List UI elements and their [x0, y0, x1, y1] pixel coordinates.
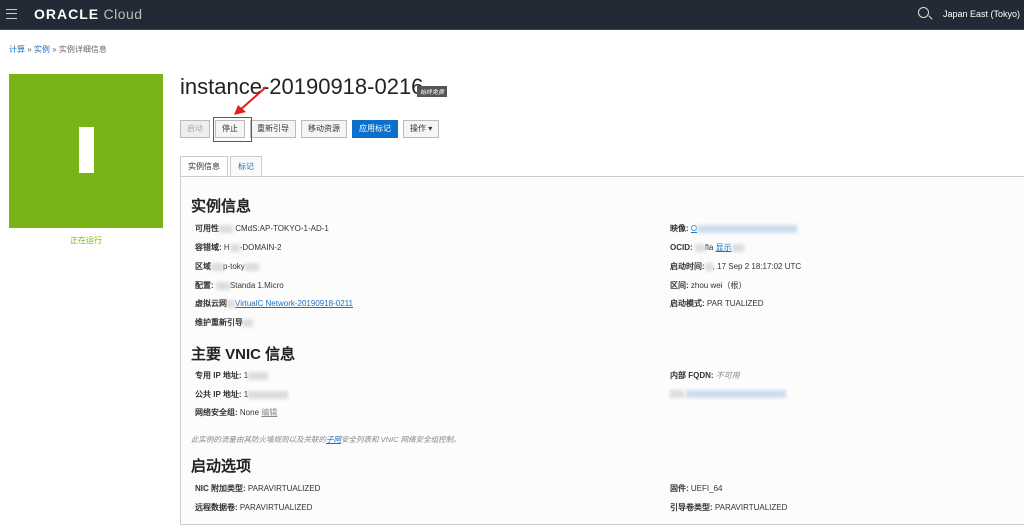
apply-tags-button[interactable]: 应用标记 [352, 120, 398, 138]
highlight-box [213, 117, 252, 142]
search-icon[interactable] [918, 7, 929, 18]
subnet-link[interactable]: 子网 [326, 435, 341, 444]
field-ocid: OCID: fla 显示 [670, 242, 744, 253]
field-private-ip: 专用 IP 地址: 1 [195, 370, 269, 381]
field-subnet [670, 389, 787, 398]
show-ocid-link[interactable]: 显示 [716, 243, 732, 252]
field-shape: 配置: Standa 1.Micro [195, 281, 284, 290]
field-boot-volume-type: 引导卷类型: PARAVIRTUALIZED [670, 503, 788, 512]
breadcrumb-instances[interactable]: 实例 [34, 45, 50, 54]
field-maintenance-reboot: 维护重新引导 [195, 317, 253, 328]
page-title: instance-20190918-0216 [180, 74, 424, 99]
start-button[interactable]: 启动 [180, 120, 210, 138]
field-vcn: 虚拟云网 VirtualC Network-20190918-0211 [195, 299, 353, 308]
field-launch-time: 启动时间:, 17 Sep 2 18:17:02 UTC [670, 262, 802, 271]
reboot-button[interactable]: 重新引导 [250, 120, 296, 138]
field-compartment: 区间: zhou wei（根） [670, 281, 747, 290]
instance-icon [79, 127, 94, 173]
hamburger-menu-icon[interactable] [6, 9, 17, 19]
field-nic-attachment: NIC 附加类型: PARAVIRTUALIZED [195, 484, 321, 493]
field-remote-volume: 远程数据卷: PARAVIRTUALIZED [195, 503, 313, 512]
field-availability-domain: 可用性 CMdS:AP-TOKYO-1-AD-1 [195, 224, 329, 233]
details-panel: 实例信息 可用性 CMdS:AP-TOKYO-1-AD-1 容错域: H -DOM… [180, 176, 1024, 525]
field-region: 区域 p-toky [195, 261, 259, 272]
field-public-ip: 公共 IP 地址: 1 [195, 389, 289, 400]
breadcrumb: 计算 » 实例 » 实例详细信息 [9, 45, 107, 54]
top-header: ORACLE Cloud Japan East (Tokyo) [0, 0, 1024, 30]
field-image: 映像: O [670, 223, 798, 234]
region-selector[interactable]: Japan East (Tokyo) [943, 9, 1020, 19]
traffic-note: 此实例的流量由其防火墙规则以及关联的子网安全列表和 VNIC 网络安全组控制。 [191, 435, 461, 444]
tab-tags[interactable]: 标记 [230, 156, 262, 177]
tab-bar: 实例信息 标记 [180, 156, 264, 177]
caret-down-icon: ▾ [428, 124, 433, 133]
oracle-cloud-logo[interactable]: ORACLE Cloud [34, 6, 143, 22]
edit-nsg-link[interactable]: 编辑 [261, 408, 277, 417]
status-text: 正在运行 [70, 236, 102, 245]
instance-status-tile [9, 74, 163, 228]
field-internal-fqdn: 内部 FQDN: 不可用 [670, 371, 740, 380]
section-title-instance-info: 实例信息 [191, 198, 252, 215]
tab-instance-info[interactable]: 实例信息 [180, 156, 228, 177]
vcn-link[interactable]: VirtualC Network-20190918-0211 [235, 299, 353, 308]
field-fault-domain: 容错域: H -DOMAIN-2 [195, 243, 282, 252]
move-resource-button[interactable]: 移动资源 [301, 120, 347, 138]
actions-dropdown[interactable]: 操作 ▾ [403, 120, 440, 138]
always-free-badge: 始终免费 [417, 86, 448, 97]
section-title-vnic: 主要 VNIC 信息 [191, 346, 296, 363]
breadcrumb-compute[interactable]: 计算 [9, 45, 25, 54]
annotation-arrow-icon [234, 86, 267, 115]
section-title-launch-options: 启动选项 [191, 458, 252, 475]
field-nsg: 网络安全组: None 编辑 [195, 408, 278, 417]
field-launch-mode: 启动模式: PAR TUALIZED [670, 299, 764, 308]
field-firmware: 固件: UEFI_64 [670, 484, 723, 493]
breadcrumb-current: 实例详细信息 [58, 45, 107, 54]
